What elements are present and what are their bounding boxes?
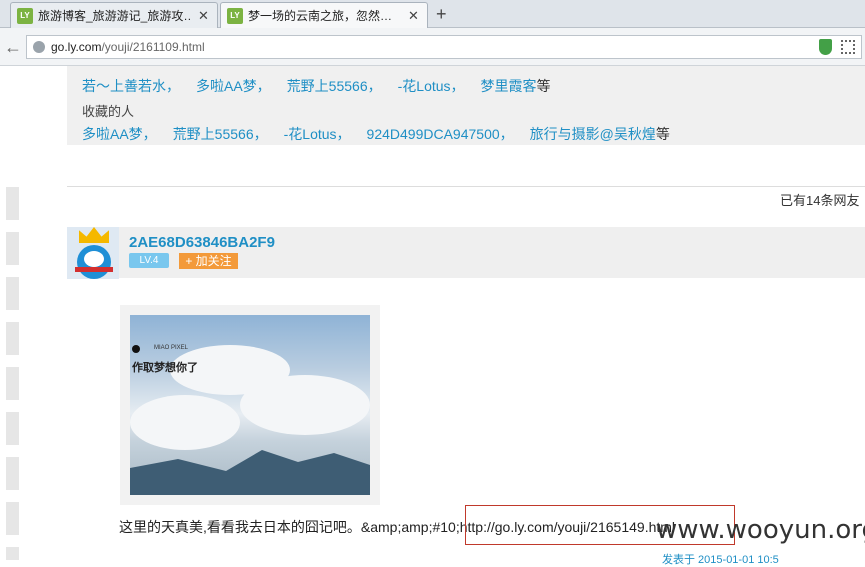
tab-favicon: LY xyxy=(227,7,243,24)
liked-user-link[interactable]: 若～上善若水， xyxy=(82,78,180,94)
comment-photo[interactable]: MIAO PIXEL 作取梦想你了 xyxy=(130,315,370,495)
sidebar-bar xyxy=(6,457,19,490)
likes-suffix: 等 xyxy=(536,78,551,94)
favorited-user-link[interactable]: 旅行与摄影@吴秋煌 xyxy=(530,126,656,142)
likes-user-list: 若～上善若水， 多啦AA梦， 荒野上55566， -花Lotus， 梦里霞客等 xyxy=(82,76,551,96)
close-icon[interactable]: ✕ xyxy=(408,8,419,24)
cloud-shape xyxy=(130,395,240,450)
photo-caption: 作取梦想你了 xyxy=(132,362,198,374)
sidebar-bar xyxy=(6,277,19,310)
sidebar-bar xyxy=(6,322,19,355)
favorited-user-link[interactable]: -花Lotus， xyxy=(284,126,351,142)
sidebar-bar xyxy=(6,547,19,560)
favorited-user-link[interactable]: 多啦AA梦， xyxy=(82,126,157,142)
tab-title: 梦一场的云南之旅，忽然… xyxy=(248,9,393,23)
new-tab-button[interactable]: + xyxy=(436,4,447,25)
sidebar-bar xyxy=(6,232,19,265)
cloud-shape xyxy=(240,375,370,435)
tab-travel-blog[interactable]: LY 旅游博客_旅游游记_旅游攻… ✕ xyxy=(10,2,218,28)
photo-logo-icon xyxy=(132,345,140,353)
liked-user-link[interactable]: -花Lotus， xyxy=(398,78,465,94)
favorites-label: 收藏的人 xyxy=(82,104,135,119)
favorites-suffix: 等 xyxy=(655,126,670,142)
url-input[interactable]: go.ly.com/youji/2161109.html xyxy=(26,35,862,59)
favorited-user-link[interactable]: 924D499DCA947500， xyxy=(367,126,514,142)
tab-title: 旅游博客_旅游游记_旅游攻… xyxy=(38,9,190,23)
level-badge: LV.4 xyxy=(129,253,169,268)
crown-icon xyxy=(79,227,109,243)
sidebar-bar xyxy=(6,187,19,220)
sidebar-bar xyxy=(6,502,19,535)
section-divider xyxy=(67,186,865,187)
watermark: www.wooyun.org xyxy=(656,515,865,545)
tab-strip: LY 旅游博客_旅游游记_旅游攻… ✕ LY 梦一场的云南之旅，忽然… ✕ + xyxy=(0,0,865,28)
back-arrow-icon[interactable]: ← xyxy=(2,36,24,58)
sidebar-bar xyxy=(6,412,19,445)
tab-yunnan-trip[interactable]: LY 梦一场的云南之旅，忽然… ✕ xyxy=(220,2,428,28)
liked-user-link[interactable]: 多啦AA梦， xyxy=(196,78,271,94)
avatar-scarf-shape xyxy=(75,267,113,272)
comment-count: 已有14条网友 xyxy=(780,193,860,208)
url-text: go.ly.com/youji/2161109.html xyxy=(51,40,205,54)
favorites-user-list: 多啦AA梦， 荒野上55566， -花Lotus， 924D499DCA947500，… xyxy=(82,124,670,144)
address-bar: ← go.ly.com/youji/2161109.html xyxy=(0,28,865,66)
comment-username[interactable]: 2AE68D63846BA2F9 xyxy=(129,234,275,251)
sidebar-bar xyxy=(6,367,19,400)
favorited-user-link[interactable]: 荒野上55566， xyxy=(173,126,268,142)
shield-icon[interactable] xyxy=(819,39,832,55)
follow-button[interactable]: + 加关注 xyxy=(179,253,238,269)
comment-timestamp: 发表于 2015-01-01 10:5 xyxy=(662,554,779,566)
liked-user-link[interactable]: 荒野上55566， xyxy=(287,78,382,94)
globe-icon xyxy=(33,41,45,53)
avatar-face-shape xyxy=(84,251,104,267)
qr-code-icon[interactable] xyxy=(841,40,855,54)
tab-favicon: LY xyxy=(17,7,33,24)
liked-user-link[interactable]: 梦里霞客 xyxy=(481,78,537,94)
photo-signature: MIAO PIXEL xyxy=(154,345,189,351)
avatar[interactable] xyxy=(67,227,119,279)
close-icon[interactable]: ✕ xyxy=(198,8,209,24)
